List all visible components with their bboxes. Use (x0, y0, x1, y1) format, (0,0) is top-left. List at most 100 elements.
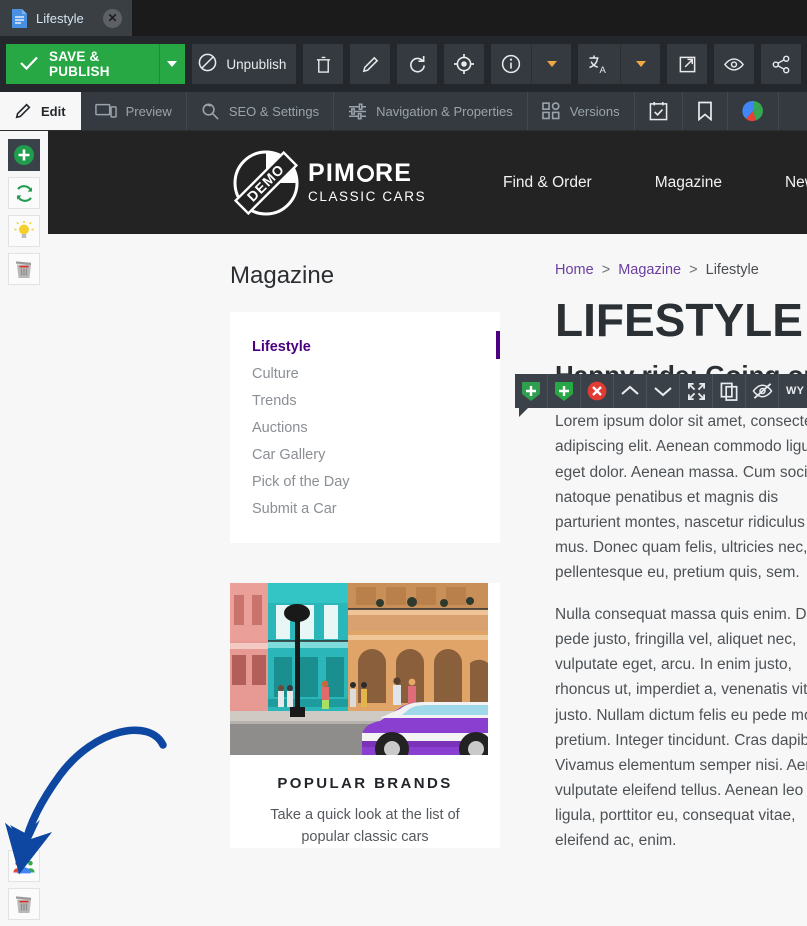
people-icon (13, 858, 35, 873)
popular-brands-card[interactable]: POPULAR BRANDS Take a quick look at the … (230, 583, 500, 849)
move-down-button[interactable] (647, 374, 680, 408)
tab-edit[interactable]: Edit (0, 92, 81, 130)
tab-preview[interactable]: Preview (81, 92, 187, 130)
magazine-link-culture[interactable]: Culture (230, 361, 500, 388)
locate-button[interactable] (444, 44, 484, 84)
site-nav-item-magazine[interactable]: Magazine (655, 174, 722, 192)
share-button[interactable] (761, 44, 801, 84)
move-up-button[interactable] (614, 374, 647, 408)
plus-circle-icon (14, 145, 34, 165)
tab-reports[interactable] (728, 92, 779, 130)
tab-versions[interactable]: Versions (528, 92, 635, 130)
save-and-publish-label: SAVE & PUBLISH (49, 49, 110, 79)
lightbulb-icon (14, 221, 34, 238)
main-toolbar: SAVE & PUBLISH Unpublish A (0, 36, 807, 92)
info-button-group (491, 44, 571, 84)
fullscreen-icon (687, 382, 705, 400)
unpublish-icon (198, 53, 217, 75)
add-block-before-button[interactable] (515, 374, 548, 408)
user-group-button[interactable] (8, 850, 40, 882)
tab-navigation-properties[interactable]: Navigation & Properties (334, 92, 528, 130)
save-and-publish-button[interactable]: SAVE & PUBLISH (6, 44, 185, 84)
delete-button[interactable] (303, 44, 343, 84)
translate-dropdown-button[interactable] (620, 44, 660, 84)
info-button[interactable] (491, 44, 531, 84)
svg-text:A: A (600, 65, 607, 74)
hide-button[interactable] (746, 374, 779, 408)
save-dropdown-button[interactable] (159, 44, 185, 84)
translate-button-group: A (578, 44, 660, 84)
tab-navigation-label: Navigation & Properties (376, 103, 513, 119)
wysiwyg-button[interactable]: WY (779, 374, 807, 408)
external-link-icon (679, 56, 695, 72)
chevron-down-icon (167, 61, 178, 67)
magazine-link-submit-a-car[interactable]: Submit a Car (230, 496, 500, 523)
tab-preview-label: Preview (125, 103, 172, 119)
breadcrumb-home[interactable]: Home (555, 262, 594, 278)
active-item-marker (496, 331, 500, 359)
site-nav-item-find-order[interactable]: Find & Order (503, 174, 592, 192)
translate-button[interactable]: A (578, 44, 620, 84)
calendar-check-icon (649, 101, 667, 121)
page-title: LIFESTYLE (555, 294, 803, 346)
document-tab-label: Lifestyle (36, 10, 84, 26)
article-paragraph-1: Lorem ipsum dolor sit amet, consectetuer… (555, 413, 807, 581)
remove-block-button[interactable] (581, 374, 614, 408)
reload-element-button[interactable] (8, 177, 40, 209)
preview-button[interactable] (714, 44, 754, 84)
delete-block-button[interactable] (8, 888, 40, 920)
brand-o-icon (357, 165, 375, 183)
reload-button[interactable] (397, 44, 437, 84)
tab-edit-label: Edit (41, 103, 66, 119)
magazine-link-car-gallery[interactable]: Car Gallery (230, 442, 500, 469)
magazine-sidebar: Magazine Lifestyle Culture Trends Auctio… (230, 262, 500, 870)
chevron-down-icon (654, 387, 672, 397)
eye-off-icon (752, 383, 772, 399)
site-nav-item-news[interactable]: News (785, 174, 807, 192)
sliders-icon (349, 102, 367, 120)
document-icon (11, 8, 28, 29)
breadcrumb: Home > Magazine > Lifestyle (555, 262, 807, 278)
breadcrumb-magazine[interactable]: Magazine (618, 262, 681, 278)
brand-post: RE (375, 159, 413, 188)
save-and-publish-main[interactable]: SAVE & PUBLISH (6, 44, 159, 84)
element-rail (0, 131, 48, 926)
document-tab-lifestyle[interactable]: Lifestyle ✕ (0, 0, 132, 36)
pencil-icon (15, 103, 31, 119)
site-logo-text: PIM RE CLASSIC CARS (308, 161, 426, 204)
caret-down-icon (635, 61, 646, 67)
add-block-after-button[interactable] (548, 374, 581, 408)
search-settings-icon (202, 102, 219, 120)
magazine-link-lifestyle[interactable]: Lifestyle (230, 334, 500, 361)
magazine-link-auctions[interactable]: Auctions (230, 415, 500, 442)
unpublish-button[interactable]: Unpublish (191, 44, 296, 84)
close-circle-red-icon (587, 381, 607, 401)
open-in-new-window-button[interactable] (667, 44, 707, 84)
pie-chart-icon (741, 100, 763, 122)
havana-street-photo (230, 583, 488, 755)
delete-element-button[interactable] (8, 253, 40, 285)
site-nav: Find & Order Magazine News (503, 174, 807, 192)
grid-icon (541, 102, 560, 120)
tab-versions-label: Versions (569, 103, 620, 119)
copy-button[interactable] (713, 374, 746, 408)
rename-button[interactable] (350, 44, 390, 84)
site-logo[interactable]: DEMO PIM RE CLASSIC CARS (230, 147, 426, 219)
info-dropdown-button[interactable] (531, 44, 571, 84)
tab-schedule[interactable] (635, 92, 683, 130)
expand-button[interactable] (680, 374, 713, 408)
brand-tagline: CLASSIC CARS (308, 189, 427, 205)
add-element-button[interactable] (8, 139, 40, 171)
close-icon[interactable]: ✕ (103, 8, 122, 28)
chevron-up-icon (621, 385, 639, 395)
info-icon (501, 54, 521, 74)
tab-seo-settings[interactable]: SEO & Settings (187, 92, 335, 130)
tab-bookmark[interactable] (683, 92, 728, 130)
hint-button[interactable] (8, 215, 40, 247)
window-tabstrip: Lifestyle ✕ (0, 0, 807, 36)
magazine-link-trends[interactable]: Trends (230, 388, 500, 415)
refresh-green-icon (16, 184, 32, 202)
bookmark-icon (697, 101, 712, 121)
site-body: Magazine Lifestyle Culture Trends Auctio… (48, 234, 807, 870)
magazine-link-pick-of-the-day[interactable]: Pick of the Day (230, 469, 500, 496)
